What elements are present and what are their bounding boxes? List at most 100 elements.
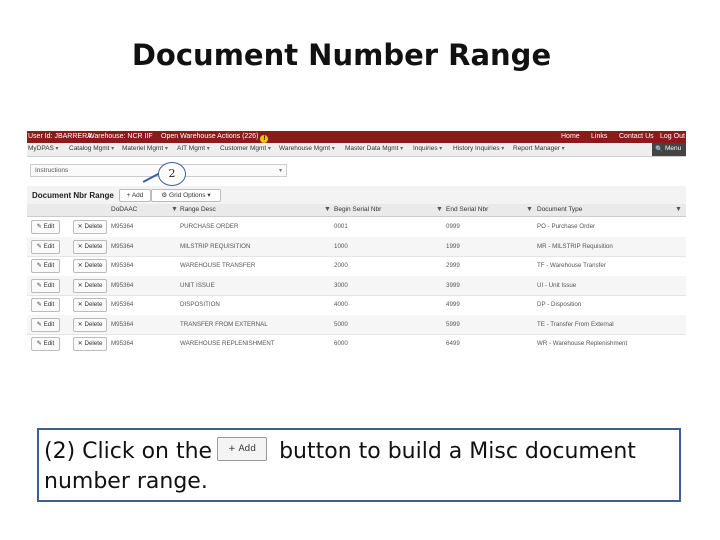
instruction-line2: number range. bbox=[44, 469, 208, 494]
delete-label: Delete bbox=[84, 340, 103, 347]
menu-history-inquiries[interactable]: History Inquiries bbox=[453, 145, 504, 152]
filter-icon[interactable]: ▼ bbox=[436, 206, 443, 213]
delete-button[interactable]: ✕ Delete bbox=[73, 337, 107, 351]
add-button[interactable]: + Add bbox=[119, 189, 151, 202]
cell-document-type: TF - Warehouse Transfer bbox=[537, 262, 606, 269]
step-callout: 2 bbox=[158, 162, 186, 186]
edit-button[interactable]: ✎ Edit bbox=[31, 220, 60, 234]
filter-icon[interactable]: ▼ bbox=[324, 206, 331, 213]
edit-label: Edit bbox=[43, 262, 55, 269]
table-row[interactable]: ✎ Edit ✕ Delete M95364 UNIT ISSUE 3000 3999 UI… bbox=[27, 275, 686, 296]
menu-mydpas[interactable]: MyDPAS bbox=[28, 145, 59, 152]
delete-button[interactable]: ✕ Delete bbox=[73, 239, 107, 254]
instruction-part1: (2) Click on the bbox=[44, 439, 213, 464]
delete-label: Delete bbox=[84, 262, 103, 269]
table-row[interactable]: ✎ Edit ✕ Delete M95364 DISPOSITION 4000 4999 D… bbox=[27, 295, 686, 316]
pencil-icon: ✎ bbox=[36, 320, 44, 328]
pencil-icon: ✎ bbox=[36, 340, 44, 347]
contact-us-link[interactable]: Contact Us bbox=[619, 133, 654, 140]
cell-dodaac: M95364 bbox=[111, 223, 134, 230]
table-row[interactable]: ✎ Edit ✕ Delete M95364 TRANSFER FROM EXTERN… bbox=[27, 314, 686, 335]
pencil-icon: ✎ bbox=[36, 301, 44, 308]
cell-end-serial: 0999 bbox=[446, 223, 460, 230]
cell-begin-serial: 3000 bbox=[334, 281, 348, 289]
cell-end-serial: 5999 bbox=[446, 320, 460, 328]
col-header-begin-serial[interactable]: Begin Serial Nbr bbox=[334, 206, 381, 213]
menu-warehouse-mgmt[interactable]: Warehouse Mgmt bbox=[279, 145, 335, 152]
main-menu-bar: MyDPAS Catalog Mgmt Materiel Mgmt AIT Mg… bbox=[27, 143, 686, 157]
delete-button[interactable]: ✕ Delete bbox=[73, 259, 107, 273]
logout-link[interactable]: Log Out bbox=[660, 133, 685, 140]
menu-ait-mgmt[interactable]: AIT Mgmt bbox=[177, 145, 210, 152]
table-row[interactable]: ✎ Edit ✕ Delete M95364 WAREHOUSE REPLENISHM… bbox=[27, 334, 686, 353]
cell-end-serial: 3999 bbox=[446, 281, 460, 289]
menu-customer-mgmt[interactable]: Customer Mgmt bbox=[220, 145, 271, 152]
menu-inquiries[interactable]: Inquiries bbox=[413, 145, 442, 152]
edit-button[interactable]: ✎ Edit bbox=[31, 239, 60, 254]
cell-end-serial: 4999 bbox=[446, 301, 460, 308]
delete-label: Delete bbox=[84, 281, 103, 289]
menu-search-label: Menu bbox=[665, 145, 682, 152]
menu-master-data-mgmt[interactable]: Master Data Mgmt bbox=[345, 145, 403, 152]
x-icon: ✕ bbox=[77, 301, 85, 308]
cell-begin-serial: 6000 bbox=[334, 340, 348, 347]
cell-document-type: DP - Disposition bbox=[537, 301, 582, 308]
pencil-icon: ✎ bbox=[36, 242, 44, 250]
links-link[interactable]: Links bbox=[591, 133, 607, 140]
cell-document-type: MR - MILSTRIP Requisition bbox=[537, 242, 613, 250]
cell-document-type: PO - Purchase Order bbox=[537, 223, 596, 230]
edit-button[interactable]: ✎ Edit bbox=[31, 337, 60, 351]
cell-begin-serial: 2000 bbox=[334, 262, 348, 269]
edit-button[interactable]: ✎ Edit bbox=[31, 317, 60, 332]
chevron-down-icon: ▾ bbox=[207, 192, 211, 199]
col-header-document-type[interactable]: Document Type bbox=[537, 206, 582, 213]
menu-materiel-mgmt[interactable]: Materiel Mgmt bbox=[122, 145, 168, 152]
instructions-label: Instructions bbox=[35, 167, 69, 174]
delete-button[interactable]: ✕ Delete bbox=[73, 317, 107, 332]
menu-catalog-mgmt[interactable]: Catalog Mgmt bbox=[69, 145, 114, 152]
cell-begin-serial: 5000 bbox=[334, 320, 348, 328]
open-warehouse-actions-link[interactable]: Open Warehouse Actions (226)! bbox=[161, 133, 269, 143]
pencil-icon: ✎ bbox=[36, 262, 44, 269]
inline-add-button-image: + Add bbox=[217, 437, 268, 461]
menu-search-button[interactable]: 🔍 Menu bbox=[652, 143, 686, 156]
delete-label: Delete bbox=[84, 320, 103, 328]
warehouse-label: Warehouse: NCR IIF bbox=[88, 133, 153, 140]
cell-document-type: TE - Transfer From External bbox=[537, 320, 614, 328]
col-header-range-desc[interactable]: Range Desc bbox=[180, 206, 216, 213]
col-header-dodaac[interactable]: DoDAAC bbox=[111, 206, 137, 213]
delete-button[interactable]: ✕ Delete bbox=[73, 278, 107, 293]
table-header: DoDAAC ▼ Range Desc ▼ Begin Serial Nbr ▼… bbox=[27, 204, 686, 217]
delete-button[interactable]: ✕ Delete bbox=[73, 220, 107, 234]
cell-dodaac: M95364 bbox=[111, 340, 134, 347]
edit-button[interactable]: ✎ Edit bbox=[31, 259, 60, 273]
edit-label: Edit bbox=[43, 281, 55, 289]
grid-options-label: Grid Options bbox=[169, 192, 206, 199]
table-row[interactable]: ✎ Edit ✕ Delete M95364 MILSTRIP REQUISITION… bbox=[27, 236, 686, 257]
filter-icon[interactable]: ▼ bbox=[171, 206, 178, 213]
table-row[interactable]: ✎ Edit ✕ Delete M95364 PURCHASE ORDER 0001 09… bbox=[27, 217, 686, 238]
menu-report-manager[interactable]: Report Manager bbox=[513, 145, 565, 152]
cell-dodaac: M95364 bbox=[111, 301, 134, 308]
edit-button[interactable]: ✎ Edit bbox=[31, 298, 60, 312]
cell-begin-serial: 0001 bbox=[334, 223, 348, 230]
filter-icon[interactable]: ▼ bbox=[526, 206, 533, 213]
cell-dodaac: M95364 bbox=[111, 320, 134, 328]
col-header-end-serial[interactable]: End Serial Nbr bbox=[446, 206, 488, 213]
edit-button[interactable]: ✎ Edit bbox=[31, 278, 60, 293]
cell-document-type: UI - Unit Issue bbox=[537, 281, 577, 289]
delete-button[interactable]: ✕ Delete bbox=[73, 298, 107, 312]
delete-label: Delete bbox=[84, 242, 103, 250]
grid-options-button[interactable]: ⚙ Grid Options ▾ bbox=[151, 189, 221, 202]
gear-icon: ⚙ bbox=[161, 192, 168, 199]
cell-range-desc: TRANSFER FROM EXTERNAL bbox=[180, 320, 268, 328]
cell-begin-serial: 4000 bbox=[334, 301, 348, 308]
cell-dodaac: M95364 bbox=[111, 281, 134, 289]
home-link[interactable]: Home bbox=[561, 133, 580, 140]
filter-icon[interactable]: ▼ bbox=[675, 206, 682, 213]
slide-title: Document Number Range bbox=[131, 38, 552, 72]
cell-range-desc: MILSTRIP REQUISITION bbox=[180, 242, 251, 250]
cell-range-desc: DISPOSITION bbox=[180, 301, 220, 308]
table-row[interactable]: ✎ Edit ✕ Delete M95364 WAREHOUSE TRANSFER 20… bbox=[27, 256, 686, 277]
x-icon: ✕ bbox=[77, 281, 85, 289]
